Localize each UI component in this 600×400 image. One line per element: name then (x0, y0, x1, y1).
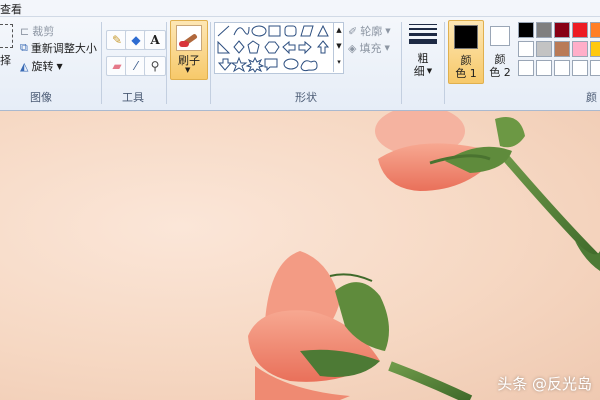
color2-button[interactable]: 颜 色 2 (486, 20, 514, 82)
color2-swatch (490, 26, 510, 46)
color2-label-bottom: 色 2 (489, 66, 511, 79)
image-group-label: 图像 (30, 91, 52, 104)
rotate-button[interactable]: ◭ 旋转 ▼ (20, 57, 63, 75)
fill-label: 填充 (359, 42, 382, 55)
palette-swatch[interactable] (572, 22, 588, 38)
chevron-down-icon: ▼ (385, 27, 391, 35)
palette-swatch[interactable] (536, 60, 552, 76)
color1-button[interactable]: 颜 色 1 (448, 20, 484, 84)
color1-label-bottom: 色 1 (455, 67, 477, 80)
color1-swatch (454, 25, 478, 49)
select-label[interactable]: 择 (0, 52, 11, 68)
rose-photo (248, 111, 600, 400)
resize-button[interactable]: ⧉ 重新调整大小 (20, 39, 97, 57)
resize-icon: ⧉ (20, 41, 28, 54)
divider (444, 22, 445, 104)
size-label-bottom: 细 (413, 65, 425, 78)
palette-swatch[interactable] (554, 41, 570, 57)
watermark-text: 头条 @反光岛 (497, 375, 592, 393)
line-width-icon (409, 22, 437, 44)
outline-icon: ✐ (348, 24, 358, 38)
colors-group-label: 颜 (586, 91, 597, 104)
rose-top (375, 111, 600, 271)
outline-button[interactable]: ✐ 轮廓 ▼ (348, 22, 391, 40)
palette-swatch[interactable] (572, 60, 588, 76)
watermark: 头条 @反光岛 (497, 373, 592, 394)
rotate-label: 旋转 (31, 60, 54, 73)
shapes-gallery[interactable] (214, 22, 344, 74)
chevron-down-icon: ▼ (426, 67, 433, 75)
text-tool-icon[interactable]: A (144, 30, 166, 50)
fill-button[interactable]: ◈ 填充 ▼ (348, 39, 390, 57)
tab-bar: 查看 (0, 0, 600, 17)
select-icon[interactable] (0, 24, 13, 48)
shapes-group-label: 形状 (295, 91, 317, 104)
palette-swatch[interactable] (590, 41, 600, 57)
color2-label-top: 颜 (494, 53, 506, 66)
chevron-down-icon: ▼ (185, 66, 191, 74)
divider (210, 22, 211, 104)
crop-button[interactable]: ⊏ 裁剪 (20, 22, 54, 40)
size-button[interactable]: 粗 细 ▼ (406, 22, 440, 78)
crop-icon: ⊏ (20, 24, 30, 38)
drawing-canvas[interactable]: 头条 @反光岛 (0, 111, 600, 400)
palette-swatch[interactable] (518, 60, 534, 76)
brush-icon (176, 25, 202, 51)
palette-swatch[interactable] (554, 22, 570, 38)
crop-label: 裁剪 (32, 25, 55, 38)
palette-swatch[interactable] (536, 41, 552, 57)
palette-swatch[interactable] (590, 22, 600, 38)
chevron-down-icon: ▼ (56, 61, 63, 71)
brushes-button[interactable]: 刷子 ▼ (170, 20, 208, 80)
size-label-top: 粗 (417, 52, 429, 65)
palette-swatch[interactable] (536, 22, 552, 38)
rose-bottom (248, 251, 473, 400)
color1-label-top: 颜 (460, 54, 472, 67)
outline-label: 轮廓 (360, 25, 383, 38)
palette-swatch[interactable] (572, 41, 588, 57)
divider (401, 22, 402, 104)
shapes-scroll[interactable]: ▲ ▼ ▾ (333, 22, 344, 72)
resize-label: 重新调整大小 (30, 42, 97, 55)
palette-swatch[interactable] (554, 60, 570, 76)
tools-group-label: 工具 (122, 91, 144, 104)
magnifier-icon[interactable]: ⚲ (144, 56, 166, 76)
divider (166, 22, 167, 104)
tab-view[interactable]: 查看 (0, 1, 22, 17)
palette-swatch[interactable] (518, 22, 534, 38)
palette-swatch[interactable] (590, 60, 600, 76)
rotate-icon: ◭ (20, 59, 29, 73)
chevron-down-icon: ▼ (384, 44, 390, 52)
palette-swatch[interactable] (518, 41, 534, 57)
shapes-icons[interactable] (215, 23, 343, 73)
ribbon: 查看 择 ⊏ 裁剪 ⧉ 重新调整大小 ◭ 旋转 ▼ 图像 ✎ ◆ A ▰ ⁄ ⚲… (0, 0, 600, 111)
fill-icon: ◈ (348, 41, 357, 55)
divider (101, 22, 102, 104)
